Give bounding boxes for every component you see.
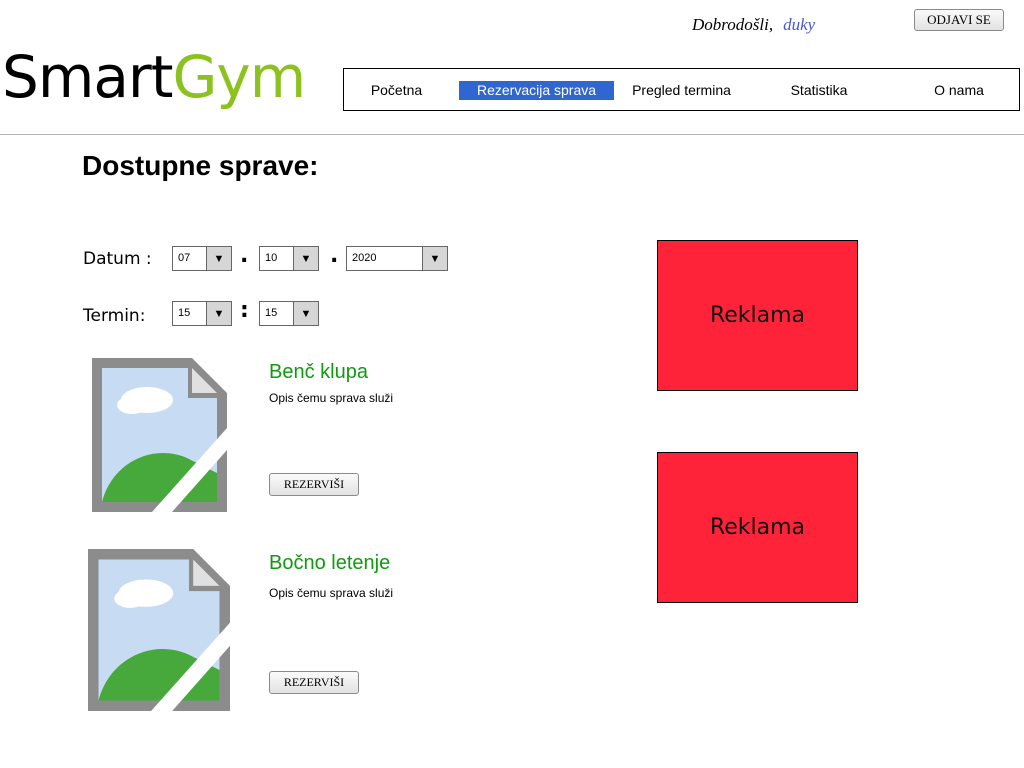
nav-item-pocetna[interactable]: Početna <box>354 81 439 100</box>
minute-value: 15 <box>265 307 278 319</box>
triangle-down-icon: ▼ <box>422 247 447 270</box>
advertisement-banner[interactable]: Reklama <box>657 240 858 391</box>
date-separator: . <box>240 243 249 268</box>
welcome-text: Dobrodošli, <box>692 15 774 34</box>
day-select[interactable]: 07 ▼ <box>172 246 232 271</box>
date-separator: . <box>330 243 339 268</box>
date-label: Datum : <box>83 249 152 269</box>
welcome-message: Dobrodošli, duky <box>692 15 815 35</box>
reserve-button[interactable]: REZERVIŠI <box>269 671 359 694</box>
time-separator: : <box>240 298 249 323</box>
equipment-name: Benč klupa <box>269 361 368 383</box>
year-select[interactable]: 2020 ▼ <box>346 246 448 271</box>
page-title: Dostupne sprave: <box>82 150 319 181</box>
nav-item-statistika[interactable]: Statistika <box>774 81 864 100</box>
year-value: 2020 <box>352 252 377 264</box>
hour-value: 15 <box>178 307 191 319</box>
page: Dobrodošli, duky ODJAVI SE SmartGym Počet… <box>0 0 1024 768</box>
equipment-description: Opis čemu sprava služi <box>269 586 394 600</box>
month-value: 10 <box>265 252 278 264</box>
image-placeholder-icon <box>92 358 227 512</box>
triangle-down-icon: ▼ <box>206 247 231 270</box>
main-navigation: Početna Rezervacija sprava Pregled termi… <box>343 68 1020 111</box>
header-divider <box>0 134 1024 135</box>
day-value: 07 <box>178 252 191 264</box>
equipment-name: Bočno letenje <box>269 552 391 574</box>
advertisement-banner[interactable]: Reklama <box>657 452 858 603</box>
nav-item-pregled-termina[interactable]: Pregled termina <box>624 81 739 100</box>
hour-select[interactable]: 15 ▼ <box>172 301 232 326</box>
month-select[interactable]: 10 ▼ <box>259 246 319 271</box>
triangle-down-icon: ▼ <box>293 247 318 270</box>
logout-button[interactable]: ODJAVI SE <box>914 9 1004 31</box>
triangle-down-icon: ▼ <box>206 302 231 325</box>
nav-item-rezervacija-sprava[interactable]: Rezervacija sprava <box>459 81 614 100</box>
nav-item-o-nama[interactable]: O nama <box>919 81 999 100</box>
username-link[interactable]: duky <box>783 15 815 34</box>
image-placeholder-icon <box>88 549 230 711</box>
reserve-button[interactable]: REZERVIŠI <box>269 473 359 496</box>
time-label: Termin: <box>83 306 146 326</box>
logo-gym: Gym <box>172 43 306 111</box>
logo-smart: Smart <box>2 43 173 111</box>
smartgym-logo[interactable]: SmartGym <box>2 42 306 112</box>
equipment-description: Opis čemu sprava služi <box>269 391 394 405</box>
minute-select[interactable]: 15 ▼ <box>259 301 319 326</box>
triangle-down-icon: ▼ <box>293 302 318 325</box>
